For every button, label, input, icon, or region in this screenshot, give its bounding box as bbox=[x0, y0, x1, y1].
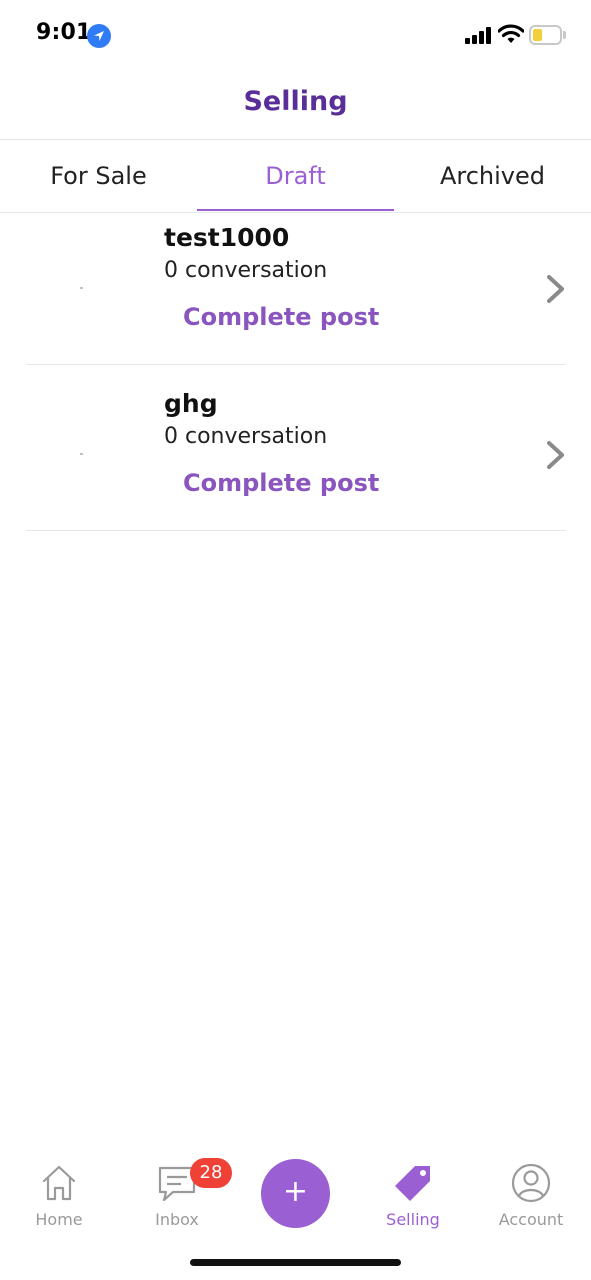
row-divider bbox=[26, 530, 566, 531]
plus-icon: + bbox=[282, 1174, 309, 1209]
listing-thumbnail bbox=[80, 287, 83, 289]
cellular-signal-icon bbox=[465, 27, 491, 44]
complete-post-button[interactable]: Complete post bbox=[183, 469, 379, 497]
tab-archived[interactable]: Archived bbox=[394, 140, 591, 212]
listing-conversation-count: 0 conversation bbox=[164, 424, 328, 449]
chevron-right-icon[interactable] bbox=[545, 274, 567, 304]
list-item[interactable]: test1000 0 conversation Complete post bbox=[0, 213, 591, 379]
listing-title: ghg bbox=[164, 389, 218, 418]
listing-title: test1000 bbox=[164, 223, 290, 252]
tab-draft[interactable]: Draft bbox=[197, 140, 394, 212]
home-indicator[interactable] bbox=[190, 1259, 401, 1266]
add-post-button[interactable]: + bbox=[261, 1159, 330, 1228]
nav-selling[interactable]: Selling bbox=[354, 1150, 472, 1236]
list-item[interactable]: ghg 0 conversation Complete post bbox=[0, 379, 591, 545]
active-tab-indicator bbox=[197, 209, 394, 211]
nav-account[interactable]: Account bbox=[472, 1150, 590, 1236]
inbox-unread-badge: 28 bbox=[190, 1158, 232, 1188]
nav-label-home: Home bbox=[35, 1210, 83, 1229]
status-time: 9:01 bbox=[36, 20, 92, 45]
page-title: Selling bbox=[243, 86, 348, 117]
chevron-right-icon[interactable] bbox=[545, 440, 567, 470]
nav-label-selling: Selling bbox=[386, 1210, 440, 1229]
battery-low-icon bbox=[529, 25, 562, 45]
status-bar: 9:01 bbox=[0, 0, 591, 70]
home-icon bbox=[42, 1165, 76, 1201]
location-arrow-icon bbox=[87, 24, 111, 48]
bottom-nav: Home Inbox 28 + Selling Account bbox=[0, 1150, 591, 1250]
listing-thumbnail bbox=[80, 453, 83, 455]
account-icon bbox=[511, 1163, 551, 1203]
nav-label-inbox: Inbox bbox=[155, 1210, 199, 1229]
battery-cap bbox=[563, 31, 566, 39]
nav-label-account: Account bbox=[498, 1210, 564, 1229]
price-tag-icon bbox=[395, 1166, 430, 1201]
listing-conversation-count: 0 conversation bbox=[164, 258, 328, 283]
complete-post-button[interactable]: Complete post bbox=[183, 303, 379, 331]
tab-bar: For Sale Draft Archived bbox=[0, 140, 591, 212]
nav-home[interactable]: Home bbox=[0, 1150, 118, 1236]
tab-for-sale[interactable]: For Sale bbox=[0, 140, 197, 212]
row-divider bbox=[26, 364, 566, 365]
wifi-icon bbox=[498, 24, 524, 43]
